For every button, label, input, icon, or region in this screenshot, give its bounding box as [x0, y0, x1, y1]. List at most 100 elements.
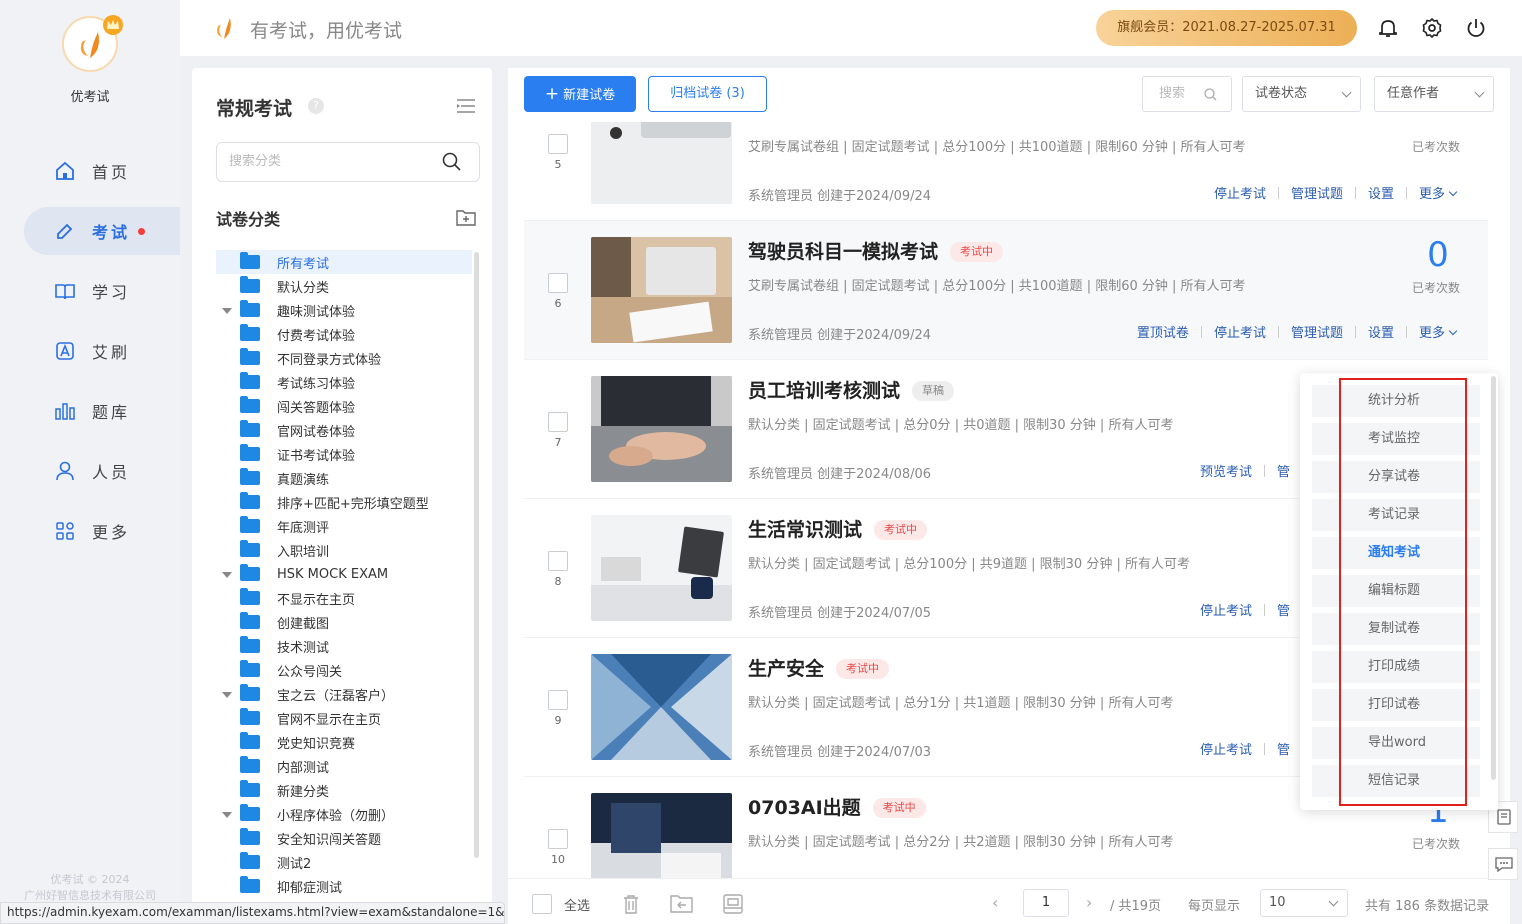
tree-item[interactable]: 入职培训	[216, 538, 472, 562]
tree-item[interactable]: HSK MOCK EXAM	[216, 562, 472, 586]
collapse-menu-icon[interactable]	[456, 98, 476, 114]
status-select[interactable]: 试卷状态	[1242, 76, 1361, 112]
exam-action-link[interactable]: 管	[1265, 739, 1302, 758]
tree-item[interactable]: 内部测试	[216, 754, 472, 778]
exam-action-link[interactable]: 预览考试	[1188, 461, 1264, 480]
prev-page-icon[interactable]: ‹	[992, 893, 998, 912]
exam-checkbox[interactable]	[548, 551, 568, 571]
exam-action-link[interactable]: 设置	[1356, 322, 1406, 341]
exam-title[interactable]: 生产安全 考试中	[748, 654, 890, 681]
exam-title[interactable]: 0703AI出题 考试中	[748, 793, 926, 820]
tree-item[interactable]: 默认分类	[216, 274, 472, 298]
tree-item[interactable]: 官网不显示在主页	[216, 706, 472, 730]
tree-item[interactable]: 小程序体验（勿删）	[216, 802, 472, 826]
tree-item[interactable]: 新建分类	[216, 778, 472, 802]
caret-down-icon[interactable]	[216, 298, 240, 322]
tree-item[interactable]: 创建截图	[216, 610, 472, 634]
nav-home[interactable]: 首页	[24, 147, 180, 195]
tree-item[interactable]: 党史知识竞赛	[216, 730, 472, 754]
exam-checkbox[interactable]	[548, 273, 568, 293]
tree-item[interactable]: 不显示在主页	[216, 586, 472, 610]
tree-scrollbar[interactable]	[474, 252, 479, 858]
exam-thumbnail[interactable]	[591, 237, 732, 343]
search-icon[interactable]	[1204, 88, 1217, 101]
nav-questionbank[interactable]: 题库	[24, 387, 180, 435]
caret-down-icon[interactable]	[216, 682, 240, 706]
tree-item[interactable]: 宝之云（汪磊客户）	[216, 682, 472, 706]
next-page-icon[interactable]: ›	[1086, 893, 1092, 912]
exam-title[interactable]: 员工培训考核测试 草稿	[748, 376, 955, 403]
exam-checkbox[interactable]	[548, 690, 568, 710]
exam-thumbnail[interactable]	[591, 654, 732, 760]
trash-icon[interactable]	[620, 893, 642, 914]
exam-action-link[interactable]: 管	[1265, 600, 1302, 619]
archive-icon[interactable]	[722, 893, 744, 914]
exam-search-input[interactable]: 搜索	[1142, 76, 1232, 112]
tree-item[interactable]: 证书考试体验	[216, 442, 472, 466]
add-folder-icon[interactable]	[456, 208, 476, 226]
exam-checkbox[interactable]	[548, 829, 568, 849]
tree-item[interactable]: 付费考试体验	[216, 322, 472, 346]
exam-action-link[interactable]: 停止考试	[1202, 322, 1278, 341]
tree-item[interactable]: 趣味测试体验	[216, 298, 472, 322]
archived-exams-button[interactable]: 归档试卷 (3)	[648, 76, 767, 112]
nav-aishua[interactable]: 艾刷	[24, 327, 180, 375]
exam-action-link[interactable]: 停止考试	[1188, 739, 1264, 758]
tree-item[interactable]: 测试2	[216, 850, 472, 874]
exam-title[interactable]: 生活常识测试 考试中	[748, 515, 928, 542]
per-page-select[interactable]: 10	[1260, 889, 1348, 917]
exam-title[interactable]: 驾驶员科目一模拟考试 考试中	[748, 237, 1004, 264]
tree-item[interactable]: 不同登录方式体验	[216, 346, 472, 370]
exam-checkbox[interactable]	[548, 134, 568, 154]
page-input[interactable]: 1	[1023, 889, 1069, 917]
exam-thumbnail[interactable]	[591, 515, 732, 621]
tree-item[interactable]: 闯关答题体验	[216, 394, 472, 418]
dropdown-scrollbar[interactable]	[1491, 376, 1496, 780]
power-icon[interactable]	[1464, 16, 1488, 40]
exam-thumbnail[interactable]	[591, 122, 732, 204]
select-all-label[interactable]: 全选	[564, 895, 590, 914]
exam-checkbox[interactable]	[548, 412, 568, 432]
tree-item[interactable]: 官网试卷体验	[216, 418, 472, 442]
nav-exam[interactable]: 考试	[24, 207, 180, 255]
tree-item[interactable]: 排序+匹配+完形填空题型	[216, 490, 472, 514]
exam-action-link[interactable]: 管理试题	[1279, 183, 1355, 202]
help-icon[interactable]: ?	[308, 98, 324, 114]
gear-icon[interactable]	[1420, 16, 1444, 40]
tree-item[interactable]: 考试练习体验	[216, 370, 472, 394]
select-all-checkbox[interactable]	[532, 894, 552, 914]
caret-down-icon[interactable]	[216, 562, 240, 586]
exam-action-link[interactable]: 置顶试卷	[1125, 322, 1201, 341]
author-select[interactable]: 任意作者	[1374, 76, 1494, 112]
nav-study[interactable]: 学习	[24, 267, 180, 315]
category-search-input[interactable]: 搜索分类	[216, 142, 480, 182]
tree-item[interactable]: 真题演练	[216, 466, 472, 490]
exam-action-link[interactable]: 管理试题	[1279, 322, 1355, 341]
tree-item[interactable]: 技术测试	[216, 634, 472, 658]
exam-action-link[interactable]: 停止考试	[1202, 183, 1278, 202]
tree-item-label: HSK MOCK EXAM	[277, 566, 389, 582]
exam-action-link[interactable]: 更多	[1407, 322, 1468, 341]
exam-action-link[interactable]: 停止考试	[1188, 600, 1264, 619]
tree-item[interactable]: 公众号闯关	[216, 658, 472, 682]
new-exam-button[interactable]: + 新建试卷	[524, 76, 636, 112]
nav-more[interactable]: 更多	[24, 507, 180, 555]
nav-people[interactable]: 人员	[24, 447, 180, 495]
exam-item[interactable]: 6 驾驶员科目一模拟考试 考试中 艾刷专属试卷组 | 固定试题考试 | 总分100分 …	[524, 221, 1488, 360]
search-icon[interactable]	[442, 152, 462, 172]
exam-thumbnail[interactable]	[591, 376, 732, 482]
exam-action-link[interactable]: 设置	[1356, 183, 1406, 202]
move-folder-icon[interactable]	[670, 893, 693, 913]
exam-item[interactable]: 5 艾刷专属试卷组 | 固定试题考试 | 总分100分 | 共100道题 | 限制…	[524, 122, 1488, 221]
exam-action-link[interactable]: 更多	[1407, 183, 1468, 202]
exam-thumbnail[interactable]	[591, 793, 732, 878]
exam-action-link[interactable]: 管	[1265, 461, 1302, 480]
side-chat-button[interactable]	[1488, 848, 1518, 880]
tree-item[interactable]: 抑郁症测试	[216, 874, 472, 898]
bell-icon[interactable]	[1376, 16, 1400, 40]
caret-down-icon[interactable]	[216, 802, 240, 826]
member-badge[interactable]: 旗舰会员：2021.08.27-2025.07.31	[1096, 10, 1357, 46]
tree-item[interactable]: 年底测评	[216, 514, 472, 538]
tree-item[interactable]: 所有考试	[216, 250, 472, 274]
tree-item[interactable]: 安全知识闯关答题	[216, 826, 472, 850]
